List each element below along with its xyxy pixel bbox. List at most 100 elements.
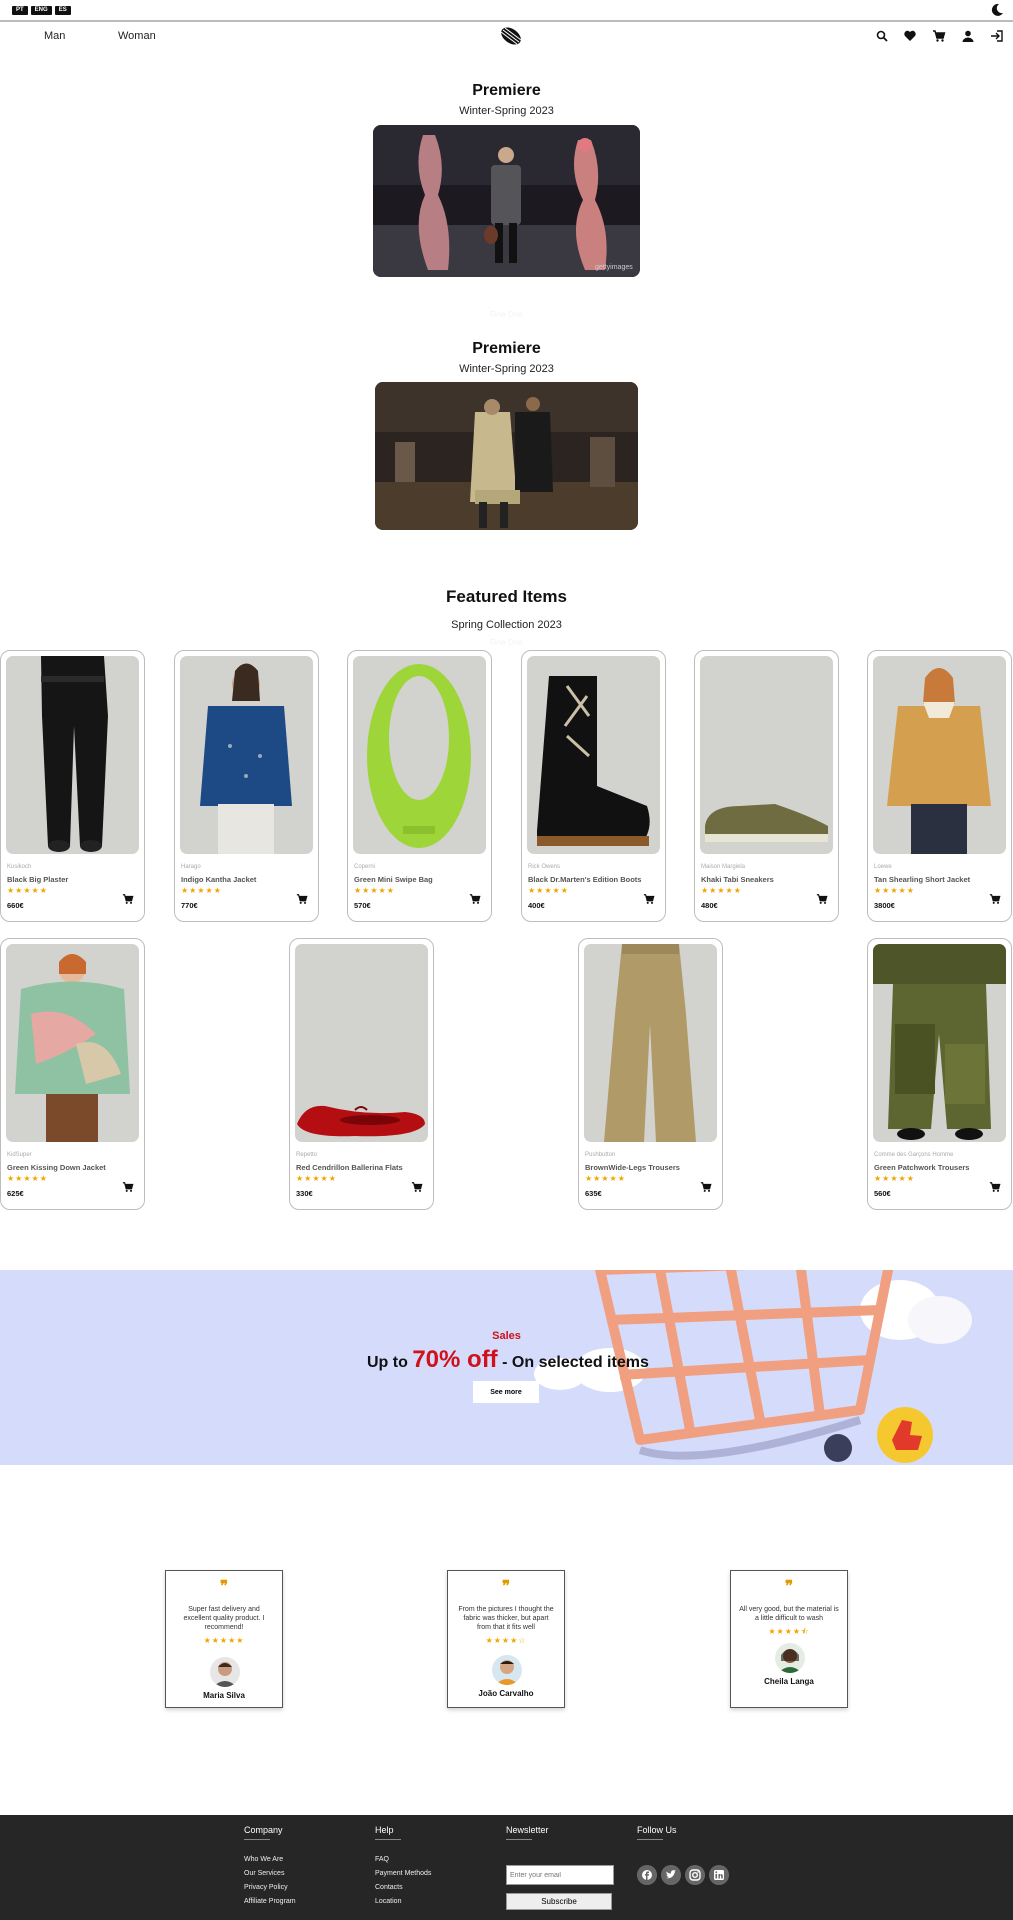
rating-stars: ★★★★⯪: [768, 1627, 810, 1636]
rating-stars: ★★★★★: [585, 1174, 626, 1183]
brand-logo[interactable]: [496, 24, 526, 48]
dark-mode-icon[interactable]: [989, 2, 1005, 18]
product-card[interactable]: Coperni Green Mini Swipe Bag ★★★★★ 570€: [347, 650, 492, 922]
product-image[interactable]: [180, 656, 313, 854]
product-name[interactable]: Green Mini Swipe Bag: [354, 875, 433, 884]
footer-link[interactable]: Location: [375, 1898, 401, 1905]
heart-icon[interactable]: [903, 29, 917, 43]
product-card[interactable]: Maison Margiela Khaki Tabi Sneakers ★★★★…: [694, 650, 839, 922]
product-image[interactable]: [873, 656, 1006, 854]
add-to-cart-icon[interactable]: [122, 893, 134, 905]
rating-stars: ★★★★★: [203, 1636, 245, 1645]
product-image[interactable]: [700, 656, 833, 854]
avatar: [775, 1643, 805, 1673]
product-name[interactable]: Red Cendrillon Ballerina Flats: [296, 1163, 403, 1172]
add-to-cart-icon[interactable]: [700, 1181, 712, 1193]
getty-watermark: gettyimages: [595, 264, 633, 271]
product-name[interactable]: Black Big Plaster: [7, 875, 68, 884]
product-card[interactable]: KidSuper Green Kissing Down Jacket ★★★★★…: [0, 938, 145, 1210]
premiere-video-2[interactable]: [375, 382, 638, 530]
tan-jacket-illustration: [887, 668, 991, 854]
footer-link[interactable]: Payment Methods: [375, 1870, 431, 1877]
quote-icon: ❞: [784, 1579, 794, 1595]
lang-es-button[interactable]: ES: [54, 6, 71, 15]
add-to-cart-icon[interactable]: [989, 893, 1001, 905]
instagram-icon[interactable]: [685, 1865, 705, 1885]
product-image[interactable]: [295, 944, 428, 1142]
linkedin-icon[interactable]: [709, 1865, 729, 1885]
product-card[interactable]: Pushbutton BrownWide-Legs Trousers ★★★★★…: [578, 938, 723, 1210]
sales-prefix: Up to: [367, 1354, 413, 1371]
sales-percent: 70% off: [412, 1346, 498, 1373]
subscribe-button[interactable]: Subscribe: [506, 1893, 612, 1910]
search-icon[interactable]: [875, 29, 889, 43]
product-name[interactable]: Khaki Tabi Sneakers: [701, 875, 774, 884]
product-image[interactable]: [6, 656, 139, 854]
product-image[interactable]: [6, 944, 139, 1142]
product-name[interactable]: Black Dr.Marten's Edition Boots: [528, 875, 641, 884]
product-image[interactable]: [873, 944, 1006, 1142]
add-to-cart-icon[interactable]: [411, 1181, 423, 1193]
newsletter-email-input[interactable]: [506, 1865, 614, 1885]
add-to-cart-icon[interactable]: [989, 1181, 1001, 1193]
product-card[interactable]: Rick Owens Black Dr.Marten's Edition Boo…: [521, 650, 666, 922]
sales-label: Sales: [492, 1330, 521, 1342]
login-icon[interactable]: [990, 29, 1004, 43]
rating-stars: ★★★★☆: [485, 1636, 527, 1645]
avatar: [492, 1655, 522, 1685]
product-name[interactable]: Green Kissing Down Jacket: [7, 1163, 106, 1172]
add-to-cart-icon[interactable]: [643, 893, 655, 905]
footer-link[interactable]: Our Services: [244, 1870, 284, 1877]
rating-stars: ★★★★★: [296, 1174, 337, 1183]
lang-eng-button[interactable]: ENG: [30, 6, 52, 15]
product-price: 635€: [585, 1189, 602, 1198]
product-brand: Kusikoch: [7, 864, 32, 870]
product-image[interactable]: [527, 656, 660, 854]
product-card[interactable]: Comme des Garçons Homme Green Patchwork …: [867, 938, 1012, 1210]
featured-faded-caption: Fine One: [490, 638, 523, 647]
product-name[interactable]: BrownWide-Legs Trousers: [585, 1163, 680, 1172]
footer-help-title: Help: [375, 1825, 394, 1835]
footer-link[interactable]: Contacts: [375, 1884, 403, 1891]
footer-divider: [506, 1839, 532, 1840]
product-price: 3800€: [874, 901, 895, 910]
footer-link[interactable]: Who We Are: [244, 1856, 283, 1863]
see-more-button[interactable]: See more: [473, 1381, 539, 1403]
add-to-cart-icon[interactable]: [469, 893, 481, 905]
product-card[interactable]: Harago Indigo Kantha Jacket ★★★★★ 770€: [174, 650, 319, 922]
product-card[interactable]: Repetto Red Cendrillon Ballerina Flats ★…: [289, 938, 434, 1210]
add-to-cart-icon[interactable]: [816, 893, 828, 905]
product-price: 330€: [296, 1189, 313, 1198]
sales-suffix: - On selected items: [497, 1354, 649, 1371]
user-icon[interactable]: [961, 29, 975, 43]
featured-title: Featured Items: [446, 587, 567, 606]
premiere-subtitle-2: Winter-Spring 2023: [459, 363, 554, 375]
black-trousers-illustration: [41, 656, 108, 852]
lang-pt-button[interactable]: PT: [12, 6, 28, 15]
product-price: 770€: [181, 901, 198, 910]
footer-link[interactable]: Affiliate Program: [244, 1898, 296, 1905]
product-brand: Coperni: [354, 864, 376, 870]
product-brand: Rick Owens: [528, 864, 561, 870]
add-to-cart-icon[interactable]: [122, 1181, 134, 1193]
twitter-icon[interactable]: [661, 1865, 681, 1885]
nav-man-link[interactable]: Man: [44, 30, 65, 42]
product-price: 560€: [874, 1189, 891, 1198]
add-to-cart-icon[interactable]: [296, 893, 308, 905]
product-card[interactable]: Loewe Tan Shearling Short Jacket ★★★★★ 3…: [867, 650, 1012, 922]
footer-link[interactable]: Privacy Policy: [244, 1884, 288, 1891]
footer-link[interactable]: FAQ: [375, 1856, 389, 1863]
testimonial-name: João Carvalho: [478, 1689, 534, 1698]
product-name[interactable]: Tan Shearling Short Jacket: [874, 875, 970, 884]
facebook-icon[interactable]: [637, 1865, 657, 1885]
product-card[interactable]: Kusikoch Black Big Plaster ★★★★★ 660€: [0, 650, 145, 922]
product-name[interactable]: Green Patchwork Trousers: [874, 1163, 969, 1172]
nav-woman-link[interactable]: Woman: [118, 30, 156, 42]
rating-stars: ★★★★★: [7, 886, 48, 895]
product-image[interactable]: [353, 656, 486, 854]
premiere-video-1[interactable]: gettyimages: [373, 125, 640, 277]
product-image[interactable]: [584, 944, 717, 1142]
product-price: 570€: [354, 901, 371, 910]
cart-icon[interactable]: [932, 29, 946, 43]
product-name[interactable]: Indigo Kantha Jacket: [181, 875, 256, 884]
